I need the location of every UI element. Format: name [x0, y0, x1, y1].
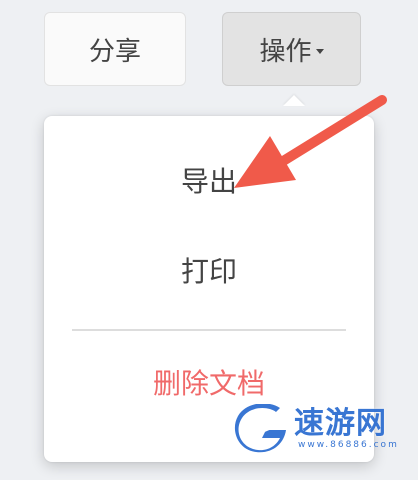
watermark-url: www.86886.com	[298, 440, 399, 450]
watermark-title: 速游网	[294, 406, 387, 441]
watermark-logo-icon	[234, 404, 286, 453]
watermark: 速游网 www.86886.com	[232, 404, 399, 454]
